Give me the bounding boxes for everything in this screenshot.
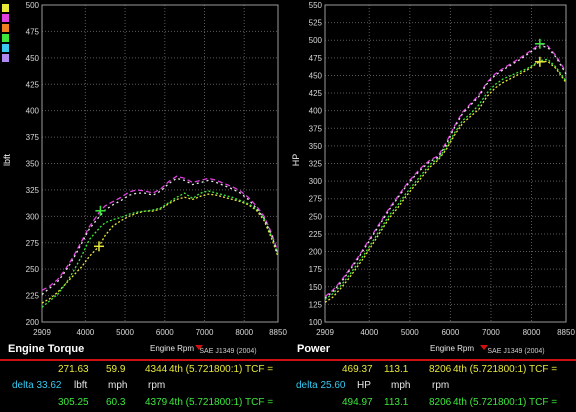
x-tick-label: 6000 [441, 328, 459, 337]
y-tick-label: 200 [309, 248, 323, 257]
series-line-yellow [41, 193, 279, 304]
x-tick-label: 4000 [76, 328, 94, 337]
cursor-marker-yellow[interactable] [534, 56, 545, 67]
footer-divider [0, 359, 576, 361]
y-tick-label: 400 [309, 107, 323, 116]
left-units-value: lbft [74, 380, 88, 391]
x-axis-selector[interactable]: Engine Rpm [150, 344, 194, 353]
right-green-mph: 113.1 [384, 397, 409, 408]
right-green-value: 494.97 [342, 397, 373, 408]
correction-standard: SAE J1349 (2004) [487, 348, 544, 355]
y-tick-label: 325 [26, 186, 40, 195]
series-line-white [324, 45, 567, 299]
y-tick-label: 175 [309, 265, 323, 274]
x-tick-label: 5000 [401, 328, 419, 337]
y-tick-label: 375 [26, 133, 40, 142]
y-tick-label: 300 [309, 177, 323, 186]
left-units-rpm: rpm [148, 380, 166, 391]
left-delta: delta 33.62 [12, 380, 62, 391]
x-tick-label: 6000 [156, 328, 174, 337]
chart-power: 100 125 150 175 200 225 250 275 300 325 350 375 400 4… [291, 1, 575, 355]
y-tick-label: 400 [26, 107, 40, 116]
x-tick-label: 7000 [196, 328, 214, 337]
x-tick-label: 2909 [33, 328, 51, 337]
x-tick-label: 8850 [269, 328, 287, 337]
y-tick-label: 300 [26, 212, 40, 221]
left-yellow-mph: 59.9 [106, 364, 126, 375]
y-tick-label: 500 [26, 1, 40, 10]
y-tick-label: 450 [26, 54, 40, 63]
y-tick-label: 425 [309, 89, 323, 98]
y-tick-label: 225 [26, 292, 40, 301]
series-line-green [324, 58, 567, 301]
y-tick-label: 275 [309, 195, 323, 204]
correction-standard: SAE J1349 (2004) [199, 348, 256, 355]
y-tick-label: 200 [26, 318, 40, 327]
series-line-white [41, 177, 279, 296]
series-line-yellow [324, 60, 567, 303]
right-yellow-rpm: 8206 [429, 364, 452, 375]
left-green-gear: 4th (5.721800:1) TCF = [169, 397, 274, 408]
right-yellow-value: 469.37 [342, 364, 373, 375]
y-tick-label: 500 [309, 36, 323, 45]
left-yellow-rpm: 4344 [145, 364, 168, 375]
x-tick-label: 8000 [523, 328, 541, 337]
y-tick-label: 475 [309, 54, 323, 63]
y-tick-label: 425 [26, 80, 40, 89]
y-tick-label: 275 [26, 239, 40, 248]
y-axis-label: lbft [2, 154, 12, 167]
y-tick-label: 150 [309, 283, 323, 292]
series-line-magenta [41, 175, 279, 291]
right-green-gear: 4th (5.721800:1) TCF = [453, 397, 558, 408]
right-units-mph: mph [391, 380, 411, 391]
y-tick-label: 250 [26, 265, 40, 274]
y-axis-label: HP [291, 154, 301, 167]
y-tick-label: 525 [309, 19, 323, 28]
y-tick-label: 100 [309, 318, 323, 327]
y-tick-label: 225 [309, 230, 323, 239]
x-tick-label: 8850 [557, 328, 575, 337]
left-units-mph: mph [108, 380, 128, 391]
right-delta: delta 25.60 [296, 380, 346, 391]
left-green-rpm: 4379 [145, 397, 168, 408]
dyno-charts: 200 225 250 275 300 325 350 375 400 425 450 475 500 2… [2, 1, 575, 355]
x-tick-label: 7000 [482, 328, 500, 337]
y-tick-label: 250 [309, 212, 323, 221]
chart-title: Power [297, 343, 331, 355]
x-axis-selector[interactable]: Engine Rpm [430, 344, 474, 353]
y-tick-label: 450 [309, 71, 323, 80]
y-tick-label: 350 [26, 160, 40, 169]
left-yellow-gear: 4th (5.721800:1) TCF = [169, 364, 274, 375]
right-units-value: HP [357, 380, 371, 391]
right-green-rpm: 8206 [429, 397, 452, 408]
left-green-mph: 60.3 [106, 397, 126, 408]
chart-torque: 200 225 250 275 300 325 350 375 400 425 450 475 500 2… [2, 1, 287, 355]
y-tick-label: 475 [26, 27, 40, 36]
series-line-magenta [324, 42, 567, 298]
left-yellow-value: 271.63 [58, 364, 89, 375]
x-tick-label: 5000 [116, 328, 134, 337]
y-tick-label: 350 [309, 142, 323, 151]
y-tick-label: 375 [309, 124, 323, 133]
x-tick-label: 8000 [235, 328, 253, 337]
right-yellow-mph: 113.1 [384, 364, 409, 375]
y-tick-label: 125 [309, 300, 323, 309]
chart-title: Engine Torque [8, 343, 84, 355]
series-line-green [41, 190, 279, 308]
x-tick-label: 2909 [316, 328, 334, 337]
right-yellow-gear: 4th (5.721800:1) TCF = [453, 364, 558, 375]
y-tick-label: 550 [309, 1, 323, 10]
right-units-rpm: rpm [432, 380, 450, 391]
y-tick-label: 325 [309, 160, 323, 169]
x-tick-label: 4000 [360, 328, 378, 337]
left-green-value: 305.25 [58, 397, 89, 408]
